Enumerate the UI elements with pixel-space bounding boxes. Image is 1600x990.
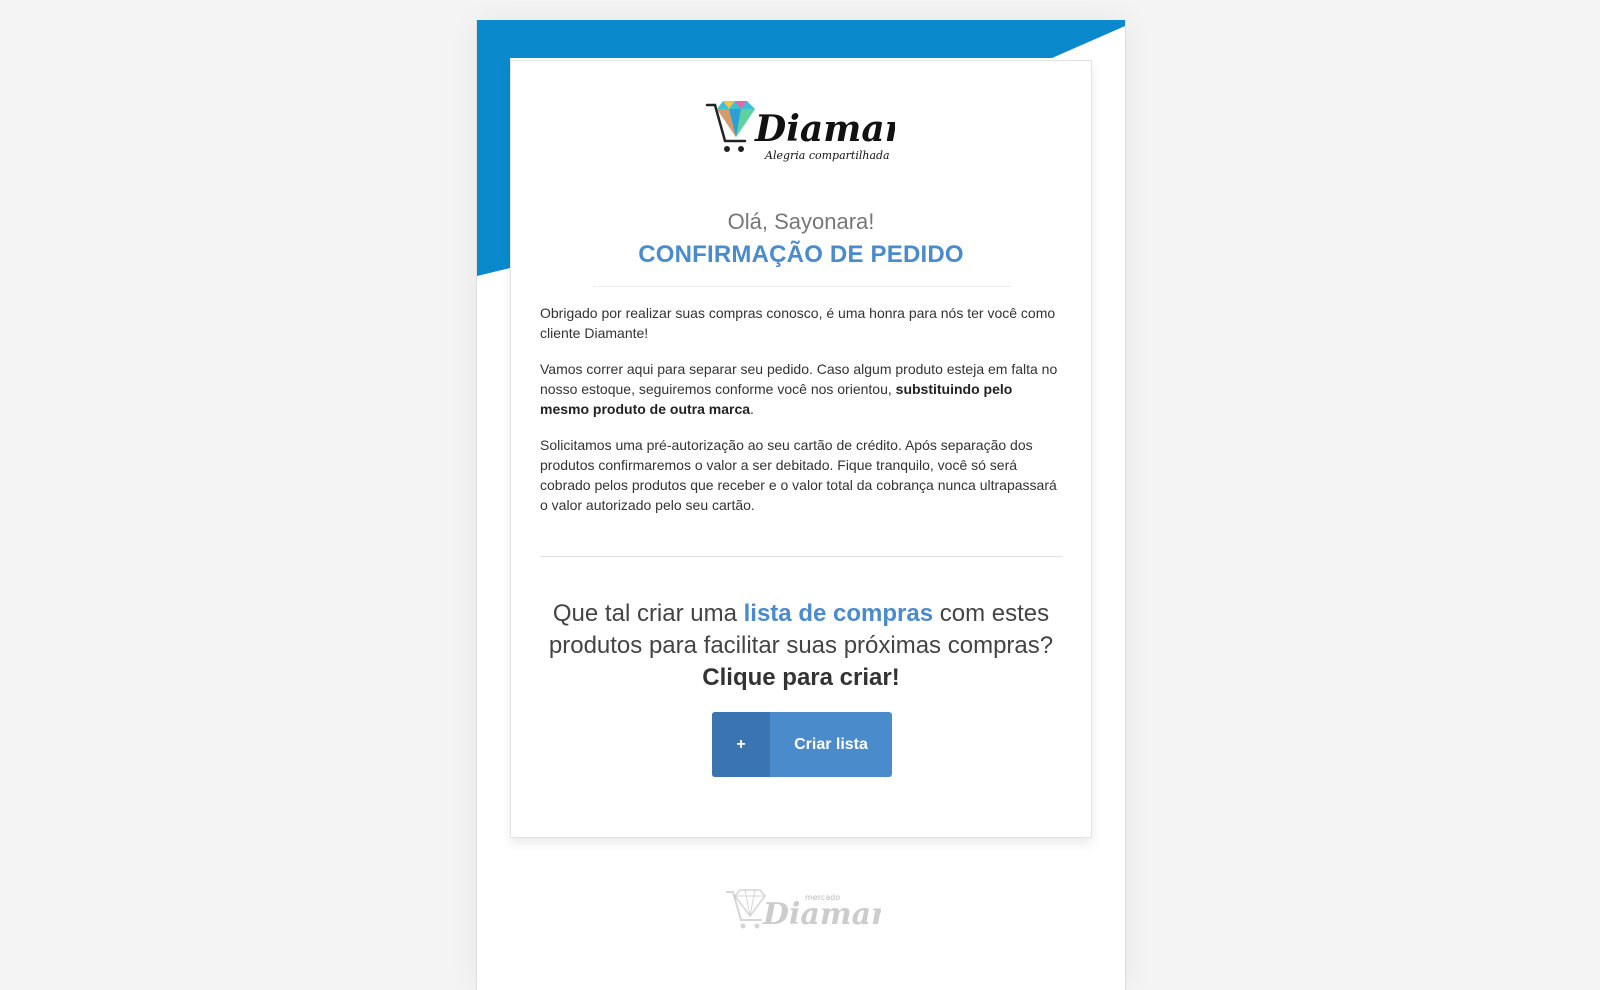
logo-tagline: Alegria compartilhada	[764, 149, 890, 162]
email-container: Diamante Alegria compartilhada Olá, Sayo…	[476, 20, 1126, 990]
plus-icon: +	[712, 712, 770, 777]
email-card: Diamante Alegria compartilhada Olá, Sayo…	[510, 60, 1092, 838]
section-divider	[540, 556, 1062, 557]
page-title: CONFIRMAÇÃO DE PEDIDO	[638, 241, 964, 268]
paragraph-separation-end: .	[750, 401, 754, 417]
prompt-call-to-action: Clique para criar!	[702, 664, 900, 691]
shopping-list-prompt: Que tal criar uma lista de compras com e…	[540, 598, 1062, 694]
create-list-button[interactable]: + Criar lista	[712, 712, 892, 777]
create-list-label: Criar lista	[794, 735, 868, 753]
footer-logo: mercado Diamante	[726, 889, 881, 932]
paragraph-separation: Vamos correr aqui para separar seu pedid…	[540, 359, 1062, 419]
diamante-logo: Diamante Alegria compartilhada	[705, 101, 895, 162]
footer-logo-brand: Diamante	[762, 897, 881, 932]
footer-cart-icon	[726, 891, 762, 929]
message-body: Obrigado por realizar suas compras conos…	[540, 303, 1062, 531]
title-divider	[593, 286, 1011, 287]
logo-brand-text: Diamante	[754, 108, 895, 150]
paragraph-thanks: Obrigado por realizar suas compras conos…	[540, 305, 1056, 341]
greeting: Olá, Sayonara!	[727, 209, 875, 234]
prompt-highlight: lista de compras	[743, 600, 934, 627]
prompt-text-start: Que tal criar uma	[552, 600, 744, 627]
paragraph-preauth: Solicitamos uma pré-autorização ao seu c…	[540, 437, 1057, 513]
